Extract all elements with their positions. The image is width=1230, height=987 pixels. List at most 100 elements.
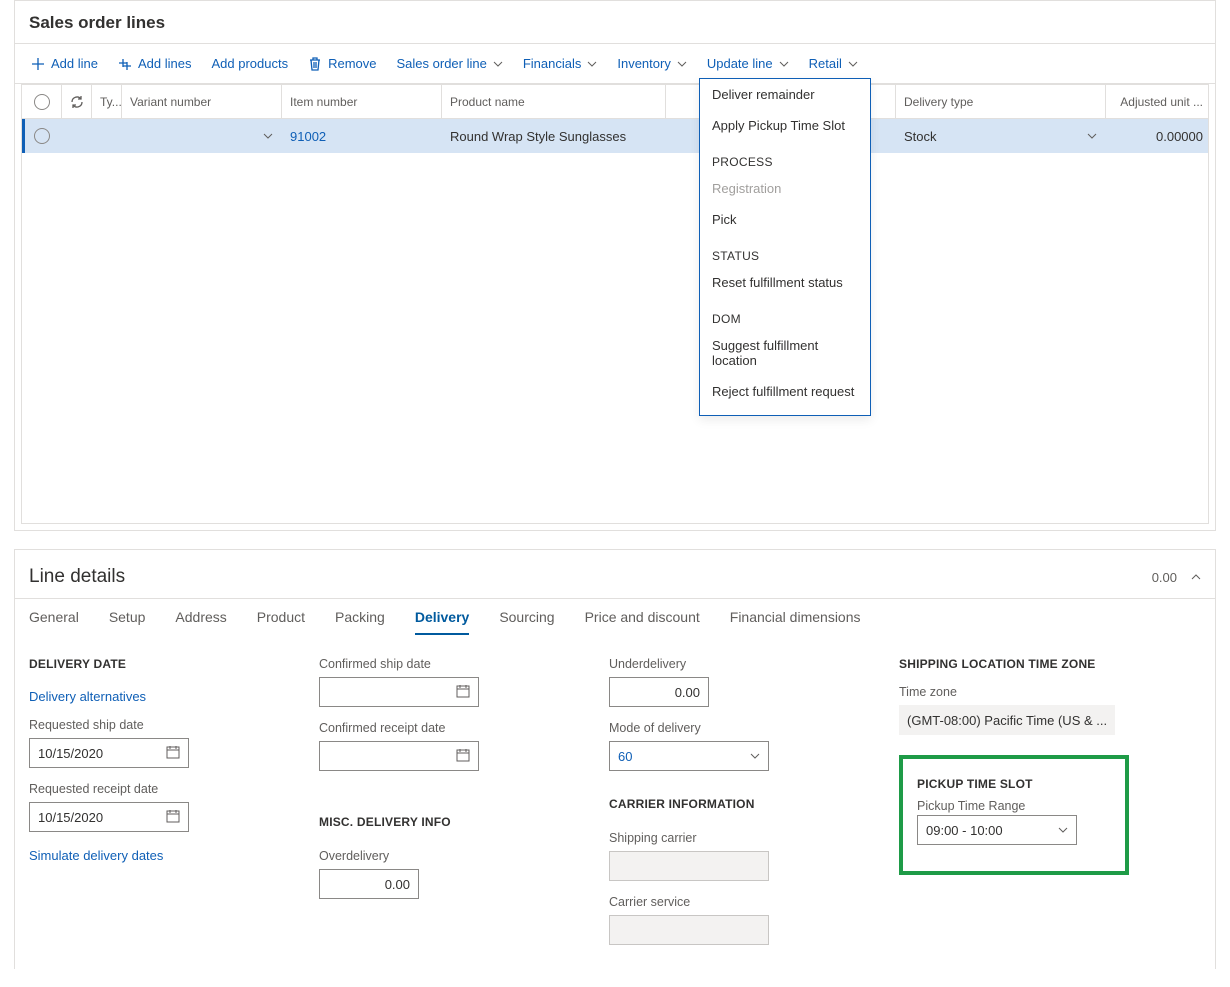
underdelivery-input[interactable]: 0.00 bbox=[609, 677, 709, 707]
delivery-alternatives-link[interactable]: Delivery alternatives bbox=[29, 689, 279, 704]
remove-button[interactable]: Remove bbox=[298, 50, 386, 77]
chevron-down-icon bbox=[1087, 131, 1097, 141]
overdelivery-input[interactable]: 0.00 bbox=[319, 869, 419, 899]
chevron-down-icon bbox=[779, 59, 789, 69]
reject-fulfillment-request-item[interactable]: Reject fulfillment request bbox=[700, 376, 870, 407]
adjusted-unit-column-header[interactable]: Adjusted unit ... bbox=[1106, 85, 1209, 118]
item-column-header[interactable]: Item number bbox=[282, 85, 442, 118]
circle-icon bbox=[34, 128, 50, 144]
chevron-down-icon bbox=[263, 131, 273, 141]
pickup-time-range-value: 09:00 - 10:00 bbox=[926, 823, 1003, 838]
mode-of-delivery-value: 60 bbox=[618, 749, 632, 764]
confirmed-column: Confirmed ship date Confirmed receipt da… bbox=[319, 657, 569, 945]
deliver-remainder-item[interactable]: Deliver remainder bbox=[700, 79, 870, 110]
calendar-icon bbox=[456, 748, 470, 765]
remove-label: Remove bbox=[328, 56, 376, 71]
add-line-button[interactable]: Add line bbox=[21, 50, 108, 77]
update-line-dropdown: Deliver remainder Apply Pickup Time Slot… bbox=[699, 78, 871, 416]
sales-order-line-menu[interactable]: Sales order line bbox=[387, 50, 513, 77]
tab-product[interactable]: Product bbox=[257, 609, 305, 635]
plus-multi-icon bbox=[118, 57, 132, 71]
chevron-down-icon bbox=[1058, 825, 1068, 835]
row-refresh-cell bbox=[62, 119, 92, 153]
row-product-name: Round Wrap Style Sunglasses bbox=[442, 119, 666, 153]
confirmed-receipt-date-input[interactable] bbox=[319, 741, 479, 771]
tab-financial-dimensions[interactable]: Financial dimensions bbox=[730, 609, 861, 635]
tab-sourcing[interactable]: Sourcing bbox=[499, 609, 554, 635]
row-item-number[interactable]: 91002 bbox=[282, 119, 442, 153]
select-all-header[interactable] bbox=[22, 85, 62, 118]
table-row[interactable]: 91002 Round Wrap Style Sunglasses Stock … bbox=[22, 119, 1208, 153]
chevron-up-icon[interactable] bbox=[1191, 572, 1201, 582]
trash-icon bbox=[308, 57, 322, 71]
sales-order-lines-panel: Sales order lines Add line Add lines Add… bbox=[14, 0, 1216, 531]
refresh-header[interactable] bbox=[62, 85, 92, 118]
add-products-button[interactable]: Add products bbox=[201, 50, 298, 77]
tab-price-discount[interactable]: Price and discount bbox=[585, 609, 700, 635]
line-details-header: Line details 0.00 bbox=[15, 550, 1215, 599]
calendar-icon bbox=[166, 745, 180, 762]
requested-receipt-date-value: 10/15/2020 bbox=[38, 810, 103, 825]
requested-ship-date-input[interactable]: 10/15/2020 bbox=[29, 738, 189, 768]
line-details-panel: Line details 0.00 General Setup Address … bbox=[14, 549, 1216, 969]
financials-label: Financials bbox=[523, 56, 582, 71]
registration-item: Registration bbox=[700, 173, 870, 204]
tab-address[interactable]: Address bbox=[175, 609, 226, 635]
pickup-time-range-select[interactable]: 09:00 - 10:00 bbox=[917, 815, 1077, 845]
financials-menu[interactable]: Financials bbox=[513, 50, 608, 77]
line-details-value: 0.00 bbox=[1152, 570, 1177, 585]
confirmed-ship-date-input[interactable] bbox=[319, 677, 479, 707]
delivery-date-column: DELIVERY DATE Delivery alternatives Requ… bbox=[29, 657, 279, 945]
row-variant-cell[interactable] bbox=[122, 119, 282, 153]
chevron-down-icon bbox=[587, 59, 597, 69]
tab-setup[interactable]: Setup bbox=[109, 609, 146, 635]
pick-item[interactable]: Pick bbox=[700, 204, 870, 235]
dom-section-head: DOM bbox=[700, 298, 870, 330]
pickup-time-slot-highlight: PICKUP TIME SLOT Pickup Time Range 09:00… bbox=[899, 755, 1129, 875]
tab-delivery[interactable]: Delivery bbox=[415, 609, 469, 635]
requested-receipt-date-input[interactable]: 10/15/2020 bbox=[29, 802, 189, 832]
confirmed-ship-date-label: Confirmed ship date bbox=[319, 657, 569, 671]
time-zone-value: (GMT-08:00) Pacific Time (US & ... bbox=[899, 705, 1115, 735]
tab-general[interactable]: General bbox=[29, 609, 79, 635]
retail-menu[interactable]: Retail bbox=[799, 50, 868, 77]
inventory-menu[interactable]: Inventory bbox=[607, 50, 696, 77]
line-details-tabs: General Setup Address Product Packing De… bbox=[15, 599, 1215, 635]
requested-receipt-date-label: Requested receipt date bbox=[29, 782, 279, 796]
simulate-delivery-dates-link[interactable]: Simulate delivery dates bbox=[29, 848, 279, 863]
reset-fulfillment-status-item[interactable]: Reset fulfillment status bbox=[700, 267, 870, 298]
underdelivery-value: 0.00 bbox=[675, 685, 700, 700]
calendar-icon bbox=[456, 684, 470, 701]
carrier-service-input bbox=[609, 915, 769, 945]
sales-order-line-label: Sales order line bbox=[397, 56, 487, 71]
underdelivery-label: Underdelivery bbox=[609, 657, 859, 671]
mode-of-delivery-select[interactable]: 60 bbox=[609, 741, 769, 771]
type-column-header[interactable]: Ty... bbox=[92, 85, 122, 118]
under-mode-column: Underdelivery 0.00 Mode of delivery 60 C… bbox=[609, 657, 859, 945]
shipping-carrier-label: Shipping carrier bbox=[609, 831, 859, 845]
variant-column-header[interactable]: Variant number bbox=[122, 85, 282, 118]
row-selector[interactable] bbox=[22, 119, 62, 153]
time-zone-label: Time zone bbox=[899, 685, 1129, 699]
update-line-menu[interactable]: Update line bbox=[697, 50, 799, 77]
row-delivery-type[interactable]: Stock bbox=[896, 119, 1106, 153]
apply-pickup-timeslot-item[interactable]: Apply Pickup Time Slot bbox=[700, 110, 870, 141]
status-section-head: STATUS bbox=[700, 235, 870, 267]
sales-lines-toolbar: Add line Add lines Add products Remove S… bbox=[15, 44, 1215, 84]
shipping-carrier-input bbox=[609, 851, 769, 881]
product-column-header[interactable]: Product name bbox=[442, 85, 666, 118]
suggest-fulfillment-location-item[interactable]: Suggest fulfillment location bbox=[700, 330, 870, 376]
chevron-down-icon bbox=[493, 59, 503, 69]
carrier-info-head: CARRIER INFORMATION bbox=[609, 797, 859, 811]
add-lines-button[interactable]: Add lines bbox=[108, 50, 201, 77]
delivery-type-column-header[interactable]: Delivery type bbox=[896, 85, 1106, 118]
panel-header: Sales order lines bbox=[15, 1, 1215, 44]
plus-icon bbox=[31, 57, 45, 71]
chevron-down-icon bbox=[848, 59, 858, 69]
inventory-label: Inventory bbox=[617, 56, 670, 71]
line-details-header-right: 0.00 bbox=[1152, 570, 1201, 585]
misc-delivery-info-head: MISC. DELIVERY INFO bbox=[319, 815, 569, 829]
requested-ship-date-label: Requested ship date bbox=[29, 718, 279, 732]
tab-packing[interactable]: Packing bbox=[335, 609, 385, 635]
add-lines-label: Add lines bbox=[138, 56, 191, 71]
